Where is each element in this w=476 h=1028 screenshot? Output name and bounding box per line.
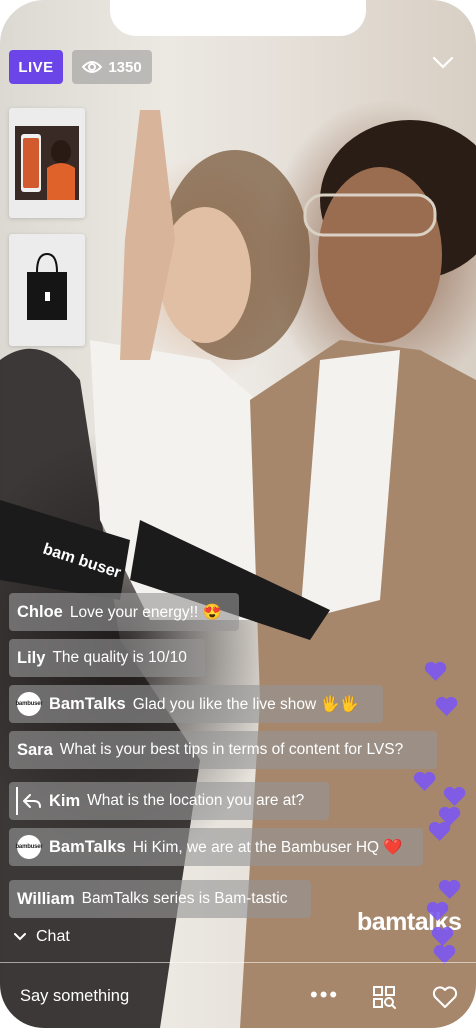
chat-text: Glad you like the live show 🖐️🖐️ — [132, 695, 360, 713]
bambuser-avatar: bambuser — [15, 692, 43, 716]
chat-text: The quality is 10/10 — [52, 649, 187, 666]
chat-text: What is the location you are at? — [87, 792, 305, 809]
chat-username: Lily — [17, 648, 46, 667]
chat-message: Sara What is your best tips in terms of … — [9, 731, 437, 769]
chat-toggle-label: Chat — [36, 928, 70, 945]
chat-toggle-button[interactable]: Chat — [14, 928, 70, 946]
chat-text: What is your best tips in terms of conte… — [59, 741, 404, 758]
chat-message: William BamTalks series is Bam-tastic — [9, 880, 311, 918]
reply-indicator-bar — [16, 787, 18, 815]
heart-icon[interactable] — [432, 985, 458, 1009]
bamtalks-logo: bamtalks — [357, 908, 462, 936]
chat-message: Lily The quality is 10/10 — [9, 639, 205, 677]
chat-username: Chloe — [17, 602, 63, 621]
bottom-bar: Say something ••• — [0, 963, 476, 1028]
chat-message-reply: Kim What is the location you are at? — [9, 782, 329, 820]
chat-text: Hi Kim, we are at the Bambuser HQ ❤️ — [132, 838, 403, 856]
chevron-down-icon[interactable] — [430, 50, 456, 74]
product-card-tote-bag[interactable] — [9, 234, 85, 346]
raised-arm — [120, 110, 175, 360]
product-list-icon[interactable] — [372, 985, 396, 1009]
chat-username: Sara — [17, 740, 53, 759]
product-card-phone[interactable] — [9, 108, 85, 218]
right-person-face — [318, 167, 442, 343]
chevron-down-icon — [14, 933, 26, 941]
chat-username: BamTalks — [49, 837, 126, 856]
chat-username: BamTalks — [49, 694, 126, 713]
chat-message: bambuser BamTalks Glad you like the live… — [9, 685, 383, 723]
bambuser-avatar: bambuser — [15, 835, 43, 859]
tote-bag-product-image — [27, 252, 67, 320]
viewer-count-badge: 1350 — [72, 50, 152, 84]
chat-message: bambuser BamTalks Hi Kim, we are at the … — [9, 828, 423, 866]
chat-username: William — [17, 889, 75, 908]
live-badge: LIVE — [9, 50, 63, 84]
reply-icon — [23, 794, 41, 808]
live-stream-screen: bam buser LIVE 1350 Chloe Love your ener… — [0, 0, 476, 1028]
eye-icon — [82, 61, 103, 73]
chat-username: Kim — [49, 791, 81, 810]
phone-product-image — [15, 126, 79, 200]
chat-input[interactable]: Say something — [20, 987, 129, 1006]
chat-text: Love your energy!! 😍 — [69, 603, 222, 621]
viewer-count: 1350 — [108, 58, 142, 76]
chat-text: BamTalks series is Bam-tastic — [81, 890, 288, 907]
more-options-icon[interactable]: ••• — [310, 984, 339, 1006]
chat-message: Chloe Love your energy!! 😍 — [9, 593, 239, 631]
